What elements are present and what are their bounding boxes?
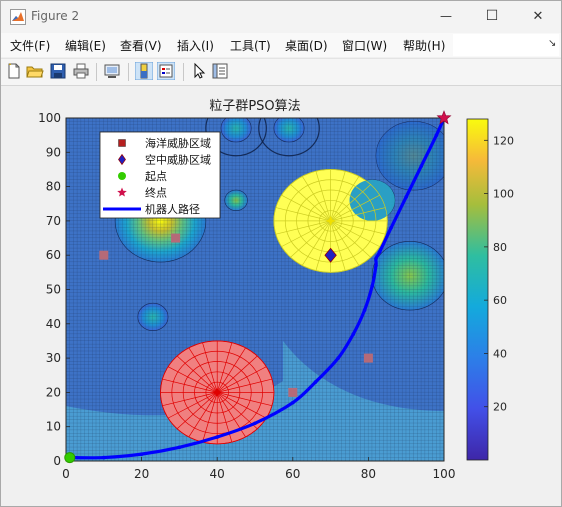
pso-chart[interactable]: 粒子群PSO算法 0 20 40 60 80 100 0 10 20 30 40 50 60 70 80 9… <box>1 86 561 506</box>
colorbar[interactable]: 20 40 60 80 100 120 <box>466 118 514 461</box>
menu-desktop[interactable]: 桌面(D) <box>285 37 328 54</box>
toolbar-separator <box>183 63 184 81</box>
path-point <box>434 133 439 137</box>
path-point <box>313 380 318 384</box>
maximize-icon: ☐ <box>485 8 499 24</box>
x-tick-label: 40 <box>210 467 225 481</box>
menu-window[interactable]: 窗口(W) <box>342 37 387 54</box>
title-bar[interactable]: Figure 2 — ☐ ✕ <box>1 1 561 33</box>
path-point <box>374 256 378 261</box>
figure-canvas: 粒子群PSO算法 0 20 40 60 80 100 0 10 20 30 40 50 60 70 80 9… <box>1 86 561 506</box>
path-point <box>291 400 295 405</box>
path-point <box>253 421 257 426</box>
new-figure-icon[interactable] <box>5 62 23 80</box>
y-tick-label: 60 <box>46 248 61 262</box>
legend-label: 海洋威胁区域 <box>145 136 211 150</box>
toolbar-separator <box>128 63 129 81</box>
menu-insert[interactable]: 插入(I) <box>177 37 214 54</box>
colorbar-tick-label: 120 <box>493 134 514 147</box>
ocean-threat-marker <box>363 353 373 363</box>
link-plot-icon[interactable] <box>103 62 121 80</box>
y-tick-label: 50 <box>46 283 61 297</box>
open-icon[interactable] <box>26 62 44 80</box>
y-tick-label: 100 <box>38 111 61 125</box>
matlab-icon <box>10 9 26 25</box>
minimize-button[interactable]: — <box>423 1 469 31</box>
path-point <box>102 455 106 460</box>
legend-icon[interactable] <box>157 62 175 80</box>
legend-marker-circle <box>118 172 126 180</box>
path-point <box>389 225 393 230</box>
menu-tools[interactable]: 工具(T) <box>230 37 271 54</box>
figure-window: Figure 2 — ☐ ✕ 文件(F) 编辑(E) 查看(V) 插入(I) 工… <box>0 0 562 507</box>
y-tick-label: 80 <box>46 180 61 194</box>
colorbar-tick-label: 60 <box>493 294 507 307</box>
colorbar-tick-label: 80 <box>493 241 507 254</box>
ocean-threat-marker <box>288 387 298 397</box>
x-tick-label: 100 <box>433 467 456 481</box>
y-tick-label: 0 <box>53 454 61 468</box>
y-tick-label: 20 <box>46 385 61 399</box>
menu-help[interactable]: 帮助(H) <box>403 37 445 54</box>
start-point <box>64 452 76 464</box>
menu-view[interactable]: 查看(V) <box>120 37 162 54</box>
chart-title: 粒子群PSO算法 <box>209 99 300 114</box>
colorbar-gradient <box>466 118 489 461</box>
x-tick-label: 60 <box>285 467 300 481</box>
y-tick-label: 90 <box>46 145 61 159</box>
colorbar-tick-label: 40 <box>493 347 507 360</box>
x-tick-label: 80 <box>361 467 376 481</box>
path-point <box>374 263 378 268</box>
colorbar-icon[interactable] <box>135 62 153 80</box>
menu-edit[interactable]: 编辑(E) <box>65 37 106 54</box>
y-axis: 0 10 20 30 40 50 60 70 80 90 100 <box>38 111 70 468</box>
menu-overflow-icon[interactable]: ↘ <box>548 38 556 49</box>
menu-spacer <box>453 34 559 56</box>
close-icon: ✕ <box>532 8 544 24</box>
path-point <box>419 164 424 168</box>
path-point <box>139 452 144 456</box>
legend-label: 起点 <box>145 170 167 183</box>
x-tick-label: 20 <box>134 467 149 481</box>
menu-file[interactable]: 文件(F) <box>10 37 50 54</box>
close-button[interactable]: ✕ <box>515 1 561 31</box>
legend-label: 终点 <box>145 186 167 200</box>
y-tick-label: 30 <box>46 351 61 365</box>
figure-toolbar <box>1 58 561 86</box>
save-icon[interactable] <box>49 62 67 80</box>
path-point <box>351 332 356 336</box>
path-point <box>362 308 367 312</box>
print-icon[interactable] <box>72 62 90 80</box>
path-point <box>336 356 340 360</box>
y-tick-label: 70 <box>46 214 61 228</box>
legend-marker-square <box>118 139 126 147</box>
window-title: Figure 2 <box>31 9 80 23</box>
ocean-threat-marker <box>99 250 109 260</box>
legend[interactable]: 海洋威胁区域空中威胁区域起点终点机器人路径 <box>99 131 221 219</box>
colorbar-tick-label: 20 <box>493 401 507 414</box>
legend-label: 空中威胁区域 <box>145 153 211 167</box>
maximize-button[interactable]: ☐ <box>469 1 515 31</box>
path-point <box>177 445 182 450</box>
pointer-icon[interactable] <box>190 62 208 80</box>
legend-label: 机器人路径 <box>145 202 200 216</box>
path-point <box>370 284 374 288</box>
property-editor-icon[interactable] <box>211 62 229 80</box>
x-tick-label: 0 <box>62 467 70 481</box>
y-tick-label: 10 <box>46 420 61 434</box>
path-point <box>215 435 219 439</box>
path-point <box>377 249 382 254</box>
air-threat-sphere <box>160 340 275 445</box>
minimize-icon: — <box>440 9 452 23</box>
ocean-threat-marker <box>171 233 181 243</box>
colorbar-tick-label: 100 <box>493 188 514 201</box>
y-tick-label: 40 <box>46 317 61 331</box>
path-point <box>404 195 409 199</box>
toolbar-separator <box>96 63 97 81</box>
